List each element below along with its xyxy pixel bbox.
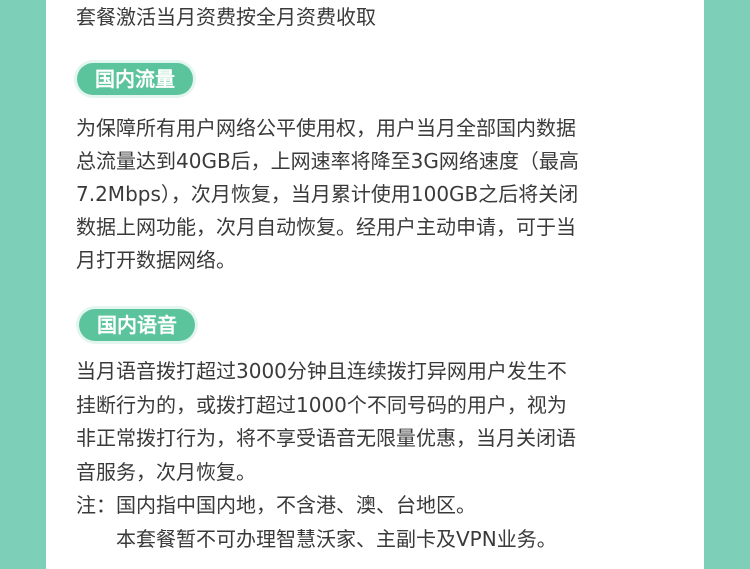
section-body-voice: 当月语音拨打超过3000分钟且连续拨打异网用户发生不 挂断行为的，或拨打超过10… [76,355,676,556]
billing-note: 套餐激活当月资费按全月资费收取 [76,5,376,29]
section-header-voice: 国内语音 [76,306,198,344]
section-title-data: 国内流量 [77,63,193,95]
paragraph-line: 为保障所有用户网络公平使用权，用户当月全部国内数据 [76,116,576,140]
footnote-line: 注：国内指中国内地，不含港、澳、台地区。 [76,493,476,517]
paragraph-line: 月打开数据网络。 [76,248,236,272]
paragraph-line: 当月语音拨打超过3000分钟且连续拨打异网用户发生不 [76,359,567,383]
paragraph-line: 数据上网功能，次月自动恢复。经用户主动申请，可于当 [76,215,576,239]
paragraph-line: 7.2Mbps），次月恢复，当月累计使用100GB之后将关闭 [76,182,579,206]
paragraph-line: 挂断行为的，或拨打超过1000个不同号码的用户，视为 [76,392,567,417]
paragraph-line: 总流量达到40GB后，上网速率将降至3G网络速度（最高 [76,149,579,173]
paragraph-line: 音服务，次月恢复。 [76,459,256,484]
footnote-line: 本套餐暂不可办理智慧沃家、主副卡及VPN业务。 [76,526,557,551]
section-header-data: 国内流量 [74,60,196,98]
section-title-voice: 国内语音 [79,309,195,341]
content-card: 套餐激活当月资费按全月资费收取 国内流量 为保障所有用户网络公平使用权，用户当月… [46,0,704,569]
section-body-data: 为保障所有用户网络公平使用权，用户当月全部国内数据 总流量达到40GB后，上网速… [76,112,676,277]
paragraph-line: 非正常拨打行为，将不享受语音无限量优惠，当月关闭语 [76,426,576,450]
